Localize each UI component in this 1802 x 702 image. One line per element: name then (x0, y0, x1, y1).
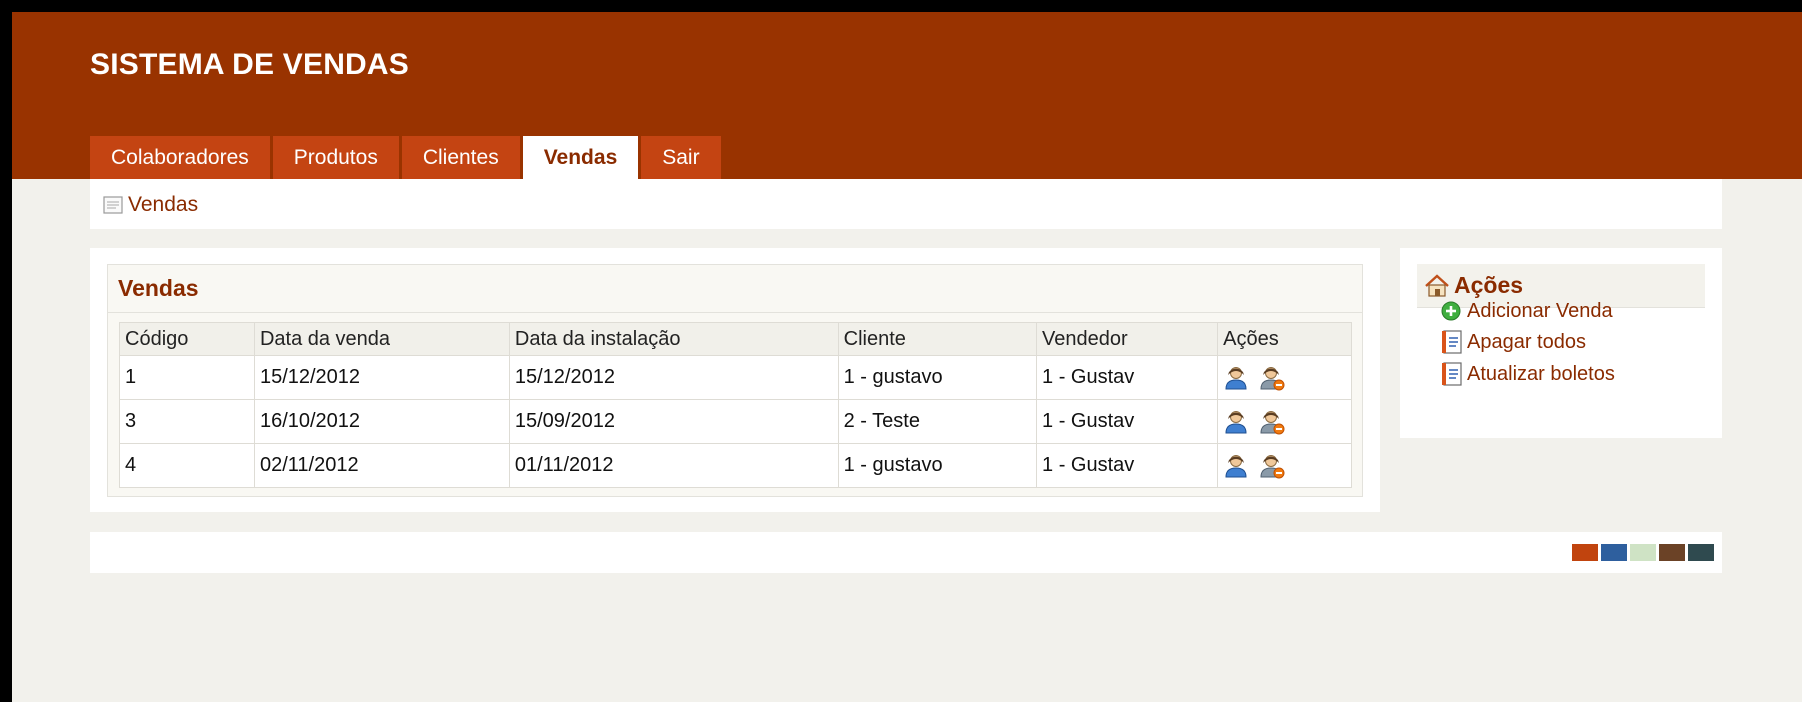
cell-acoes (1217, 443, 1352, 488)
theme-swatch[interactable] (1630, 544, 1656, 561)
tab-produtos[interactable]: Produtos (272, 136, 399, 179)
theme-swatches (1572, 544, 1714, 561)
add-circle-icon (1441, 301, 1461, 321)
theme-swatch[interactable] (1688, 544, 1714, 561)
atualizar-boletos-link[interactable]: Atualizar boletos (1440, 361, 1615, 387)
cell-vendedor: 1 - Gustav (1036, 355, 1219, 400)
cell-data-instalacao: 01/11/2012 (508, 443, 839, 488)
tab-sair[interactable]: Sair (641, 136, 721, 179)
cell-cliente: 2 - Teste (837, 399, 1038, 444)
theme-swatch[interactable] (1659, 544, 1685, 561)
footer-bar (90, 532, 1722, 573)
page-icon (103, 196, 123, 214)
table-row: 4 02/11/2012 01/11/2012 1 - gustavo 1 - … (119, 443, 1352, 488)
breadcrumb[interactable]: Vendas (102, 193, 198, 217)
tab-clientes[interactable]: Clientes (401, 136, 520, 179)
cell-data-venda: 15/12/2012 (253, 355, 510, 400)
column-header-vendedor: Vendedor (1036, 322, 1219, 356)
app-window: SISTEMA DE VENDAS Colaboradores Produtos… (12, 12, 1802, 702)
tab-vendas[interactable]: Vendas (522, 136, 639, 179)
app-title: SISTEMA DE VENDAS (90, 48, 410, 81)
atualizar-boletos-label[interactable]: Atualizar boletos (1467, 363, 1615, 386)
cell-vendedor: 1 - Gustav (1036, 399, 1219, 444)
column-header-codigo: Código (119, 322, 255, 356)
tab-colaboradores[interactable]: Colaboradores (90, 136, 270, 179)
main-panel: Vendas Código Data da venda Data da inst… (90, 248, 1380, 512)
column-header-data-instalacao: Data da instalação (508, 322, 839, 356)
apagar-todos-link[interactable]: Apagar todos (1440, 329, 1586, 355)
vendas-box: Vendas Código Data da venda Data da inst… (107, 264, 1363, 497)
theme-swatch[interactable] (1572, 544, 1598, 561)
cell-codigo: 1 (119, 355, 255, 400)
cell-data-venda: 16/10/2012 (253, 399, 510, 444)
cell-cliente: 1 - gustavo (837, 443, 1038, 488)
vendas-title: Vendas (118, 275, 199, 301)
column-header-acoes: Ações (1217, 322, 1352, 356)
main-nav-tabs: Colaboradores Produtos Clientes Vendas S… (90, 136, 724, 179)
adicionar-venda-link[interactable]: Adicionar Venda (1440, 298, 1613, 324)
user-edit-icon[interactable] (1223, 409, 1249, 435)
user-delete-icon[interactable] (1259, 409, 1285, 435)
cell-cliente: 1 - gustavo (837, 355, 1038, 400)
cell-vendedor: 1 - Gustav (1036, 443, 1219, 488)
cell-acoes (1217, 399, 1352, 444)
cell-data-venda: 02/11/2012 (253, 443, 510, 488)
adicionar-venda-label[interactable]: Adicionar Venda (1467, 300, 1613, 323)
cell-acoes (1217, 355, 1352, 400)
sales-table: Código Data da venda Data da instalação … (119, 322, 1352, 488)
theme-swatch[interactable] (1601, 544, 1627, 561)
column-header-data-venda: Data da venda (253, 322, 510, 356)
table-row: 3 16/10/2012 15/09/2012 2 - Teste 1 - Gu… (119, 399, 1352, 444)
breadcrumb-label[interactable]: Vendas (128, 193, 198, 217)
table-header-row: Código Data da venda Data da instalação … (119, 322, 1352, 356)
document-icon (1442, 362, 1462, 386)
breadcrumb-bar: Vendas (90, 179, 1722, 229)
acoes-title: Ações (1454, 272, 1524, 298)
home-icon (1425, 273, 1449, 297)
document-icon (1442, 330, 1462, 354)
cell-data-instalacao: 15/12/2012 (508, 355, 839, 400)
user-delete-icon[interactable] (1259, 453, 1285, 479)
cell-codigo: 4 (119, 443, 255, 488)
cell-codigo: 3 (119, 399, 255, 444)
column-header-cliente: Cliente (837, 322, 1038, 356)
acoes-panel: Ações Adicionar Venda Apagar todos Atual… (1400, 248, 1722, 438)
table-row: 1 15/12/2012 15/12/2012 1 - gustavo 1 - … (119, 355, 1352, 400)
user-delete-icon[interactable] (1259, 365, 1285, 391)
apagar-todos-label[interactable]: Apagar todos (1467, 331, 1586, 354)
user-edit-icon[interactable] (1223, 453, 1249, 479)
header-bar: SISTEMA DE VENDAS Colaboradores Produtos… (12, 12, 1802, 179)
user-edit-icon[interactable] (1223, 365, 1249, 391)
cell-data-instalacao: 15/09/2012 (508, 399, 839, 444)
divider (108, 312, 1362, 313)
